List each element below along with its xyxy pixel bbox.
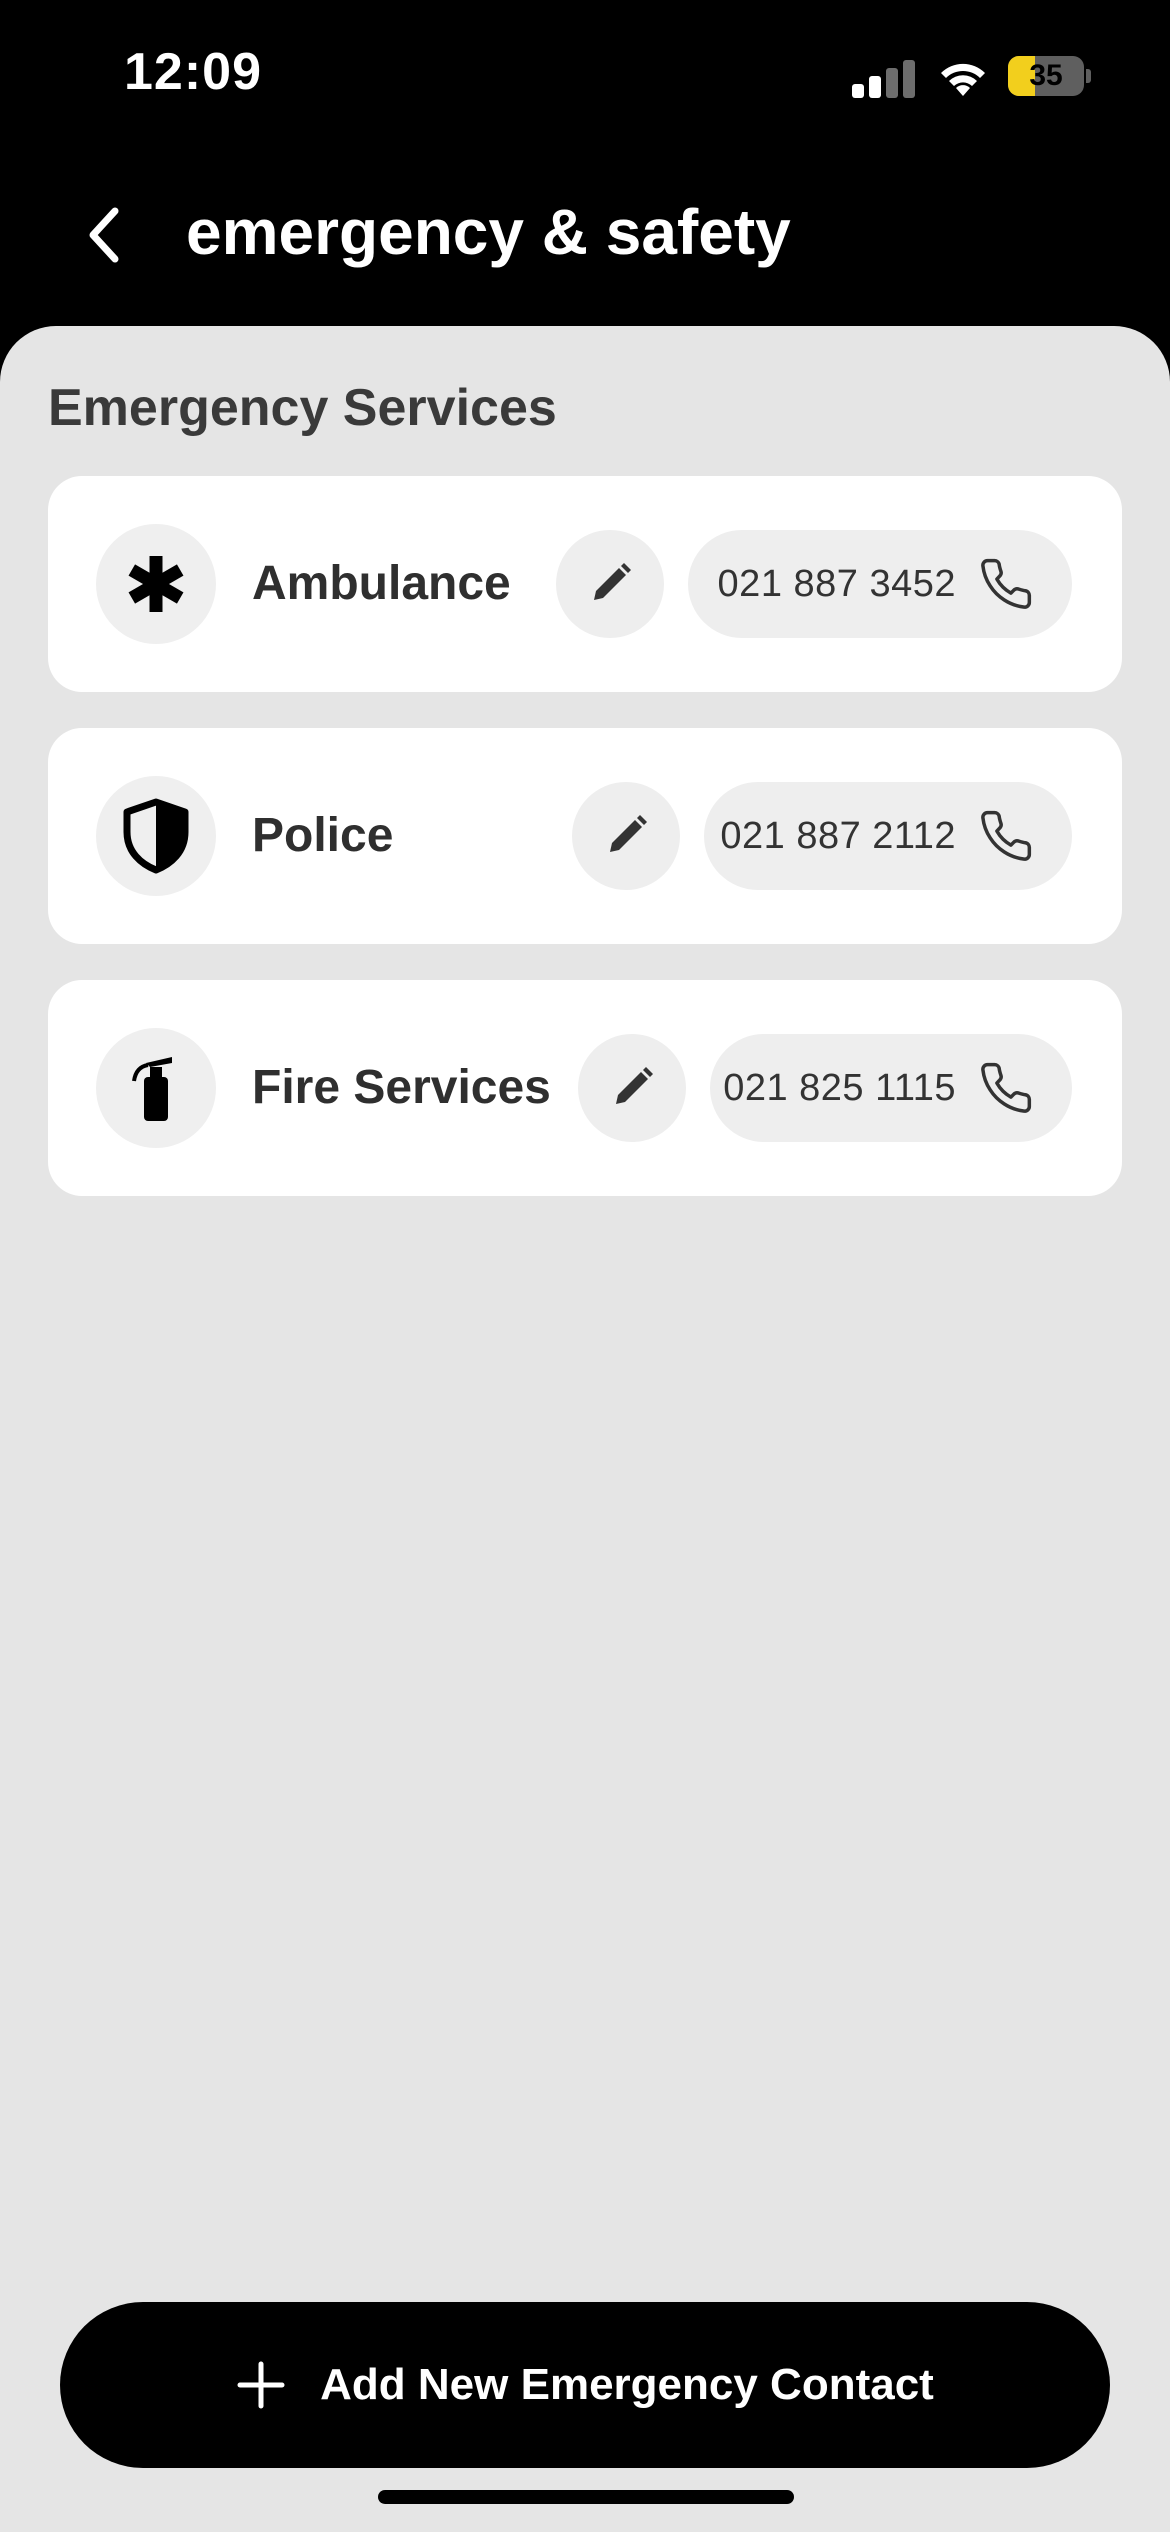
phone-icon	[978, 1060, 1034, 1116]
contact-card-ambulance[interactable]: Ambulance 021 887 3452	[48, 476, 1122, 692]
fire-extinguisher-icon	[132, 1057, 172, 1121]
pencil-icon	[610, 815, 647, 852]
phone-icon	[978, 556, 1034, 612]
battery-icon: 35	[1008, 56, 1091, 96]
cellular-signal-icon	[852, 58, 916, 98]
plus-icon	[237, 2361, 285, 2409]
shield-icon	[123, 798, 189, 874]
status-bar: 12:09 35	[0, 0, 1170, 150]
phone-number: 021 887 3452	[717, 562, 956, 605]
back-button[interactable]	[70, 200, 140, 270]
contact-name: Police	[252, 809, 394, 862]
contact-icon	[96, 1028, 216, 1148]
phone-number: 021 825 1115	[723, 1066, 956, 1109]
battery-level: 35	[1029, 59, 1063, 92]
contact-icon	[96, 524, 216, 644]
contact-name: Fire Services	[252, 1061, 551, 1114]
status-time: 12:09	[124, 43, 262, 101]
add-emergency-contact-button[interactable]: Add New Emergency Contact	[60, 2302, 1110, 2468]
phone-number: 021 887 2112	[720, 814, 956, 857]
call-button[interactable]: 021 887 2112	[704, 782, 1072, 890]
contact-name: Ambulance	[252, 557, 511, 610]
header: emergency & safety	[0, 170, 1170, 300]
phone-icon	[978, 808, 1034, 864]
edit-button[interactable]	[556, 530, 664, 638]
add-button-label: Add New Emergency Contact	[320, 2360, 934, 2409]
pencil-icon	[616, 1067, 653, 1104]
home-indicator	[378, 2490, 794, 2504]
edit-button[interactable]	[578, 1034, 686, 1142]
pencil-icon	[594, 563, 631, 600]
edit-button[interactable]	[572, 782, 680, 890]
wifi-icon	[941, 63, 985, 96]
contact-icon	[96, 776, 216, 896]
page-title: emergency & safety	[186, 196, 791, 268]
section-title: Emergency Services	[48, 379, 557, 437]
content-sheet: Emergency Services Ambulance 021 887 345…	[0, 326, 1170, 2532]
contact-card-police[interactable]: Police 021 887 2112	[48, 728, 1122, 944]
call-button[interactable]: 021 887 3452	[688, 530, 1072, 638]
call-button[interactable]: 021 825 1115	[710, 1034, 1072, 1142]
asterisk-icon	[128, 556, 184, 612]
chevron-left-icon	[89, 207, 119, 263]
contact-card-fire-services[interactable]: Fire Services 021 825 1115	[48, 980, 1122, 1196]
